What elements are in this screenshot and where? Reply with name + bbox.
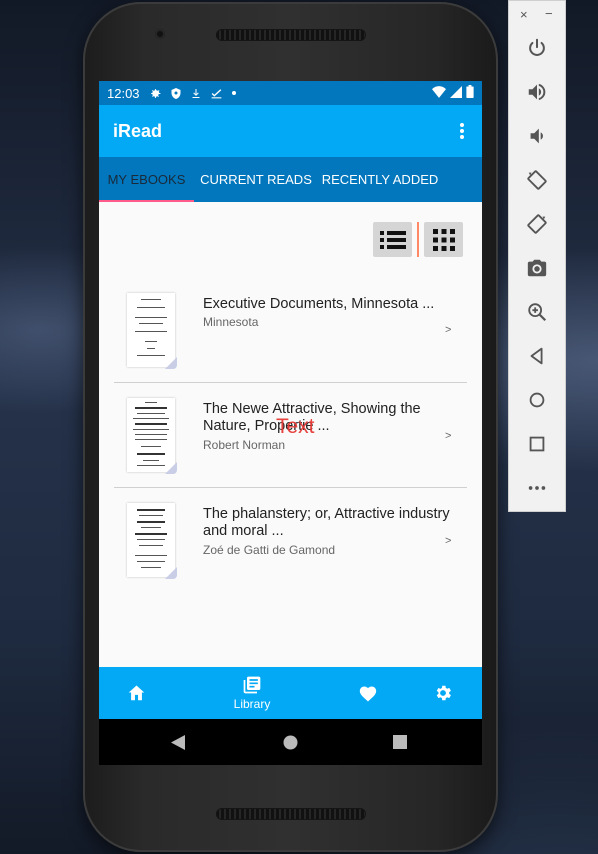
book-title: The Newe Attractive, Showing the Nature,… — [203, 401, 421, 434]
list-divider — [114, 382, 467, 383]
home-icon[interactable] — [526, 389, 548, 411]
volume-up-icon[interactable] — [526, 81, 548, 103]
front-camera — [155, 29, 165, 39]
system-navigation-bar — [99, 719, 482, 765]
status-icons-left — [149, 87, 237, 100]
toggle-divider — [417, 222, 419, 257]
top-speaker — [216, 29, 366, 41]
book-author: Robert Norman — [203, 438, 286, 452]
book-cover — [127, 398, 177, 474]
recents-icon[interactable] — [393, 735, 407, 749]
status-bar: 12:03 — [99, 81, 482, 105]
rotate-right-icon[interactable] — [526, 213, 548, 235]
signal-icon — [450, 85, 462, 98]
list-view-icon — [379, 230, 406, 249]
grid-view-icon — [432, 228, 455, 251]
bottom-navigation: Library — [99, 667, 482, 719]
bottom-speaker — [216, 808, 366, 820]
wifi-icon — [432, 85, 446, 98]
app-bar: iRead — [99, 105, 482, 157]
more-icon[interactable] — [526, 477, 548, 499]
download-icon — [192, 88, 200, 98]
status-icons-right — [432, 85, 474, 98]
settings-icon — [436, 685, 451, 701]
heart-icon — [359, 686, 377, 702]
battery-icon — [466, 85, 474, 98]
close-icon[interactable]: × — [520, 7, 528, 22]
nav-library[interactable] — [229, 667, 275, 719]
app-title: iRead — [113, 121, 163, 141]
back-icon[interactable] — [171, 735, 185, 750]
tab-my-ebooks[interactable]: MY EBOOKS — [99, 157, 194, 202]
home-circle-icon[interactable] — [283, 735, 298, 750]
shield-icon — [171, 87, 181, 99]
nav-home[interactable] — [119, 667, 155, 719]
zoom-icon[interactable] — [526, 301, 548, 323]
phone-screen: 12:03 iRead MY EBOOKS CURRENT READS RECE… — [99, 81, 482, 765]
tab-bar: MY EBOOKS CURRENT READS RECENTLY ADDED — [99, 157, 482, 202]
nav-favorites[interactable] — [351, 667, 387, 719]
book-cover — [127, 293, 177, 369]
overlay-text: Text — [276, 415, 315, 438]
power-icon[interactable] — [526, 37, 548, 59]
grid-view-button[interactable] — [424, 222, 463, 257]
gear-icon — [150, 88, 160, 98]
volume-down-icon[interactable] — [526, 125, 548, 147]
chevron-right-icon: > — [445, 535, 452, 547]
status-time: 12:03 — [107, 85, 140, 101]
book-author: Minnesota — [203, 315, 259, 329]
page-curl-icon — [165, 462, 177, 474]
list-view-button[interactable] — [373, 222, 412, 257]
book-author: Zoé de Gatti de Gamond — [203, 543, 336, 557]
chevron-right-icon: > — [445, 430, 452, 442]
list-divider — [114, 487, 467, 488]
tab-recently-added[interactable]: RECENTLY ADDED — [318, 157, 442, 202]
back-icon[interactable] — [526, 345, 548, 367]
minimize-icon[interactable]: − — [545, 6, 553, 21]
camera-icon[interactable] — [526, 257, 548, 279]
overview-icon[interactable] — [526, 433, 548, 455]
home-icon — [128, 685, 145, 701]
page-curl-icon — [165, 567, 177, 579]
book-list-item[interactable]: The phalanstery; or, Attractive industry… — [114, 503, 467, 608]
nav-settings[interactable] — [425, 667, 461, 719]
book-title: The phalanstery; or, Attractive industry… — [203, 506, 450, 539]
library-icon — [243, 676, 261, 694]
more-vert-icon[interactable] — [452, 121, 472, 141]
chevron-right-icon: > — [445, 324, 452, 336]
dot-icon — [231, 91, 236, 95]
nav-library-label: Library — [233, 697, 271, 711]
book-cover — [127, 503, 177, 579]
rotate-left-icon[interactable] — [526, 169, 548, 191]
book-title: Executive Documents, Minnesota ... — [203, 296, 435, 312]
checklist-icon — [211, 88, 221, 98]
phone-device: 12:03 iRead MY EBOOKS CURRENT READS RECE… — [83, 2, 498, 852]
page-curl-icon — [165, 357, 177, 369]
emulator-side-panel: × − — [508, 0, 566, 512]
tab-current-reads[interactable]: CURRENT READS — [194, 157, 318, 202]
